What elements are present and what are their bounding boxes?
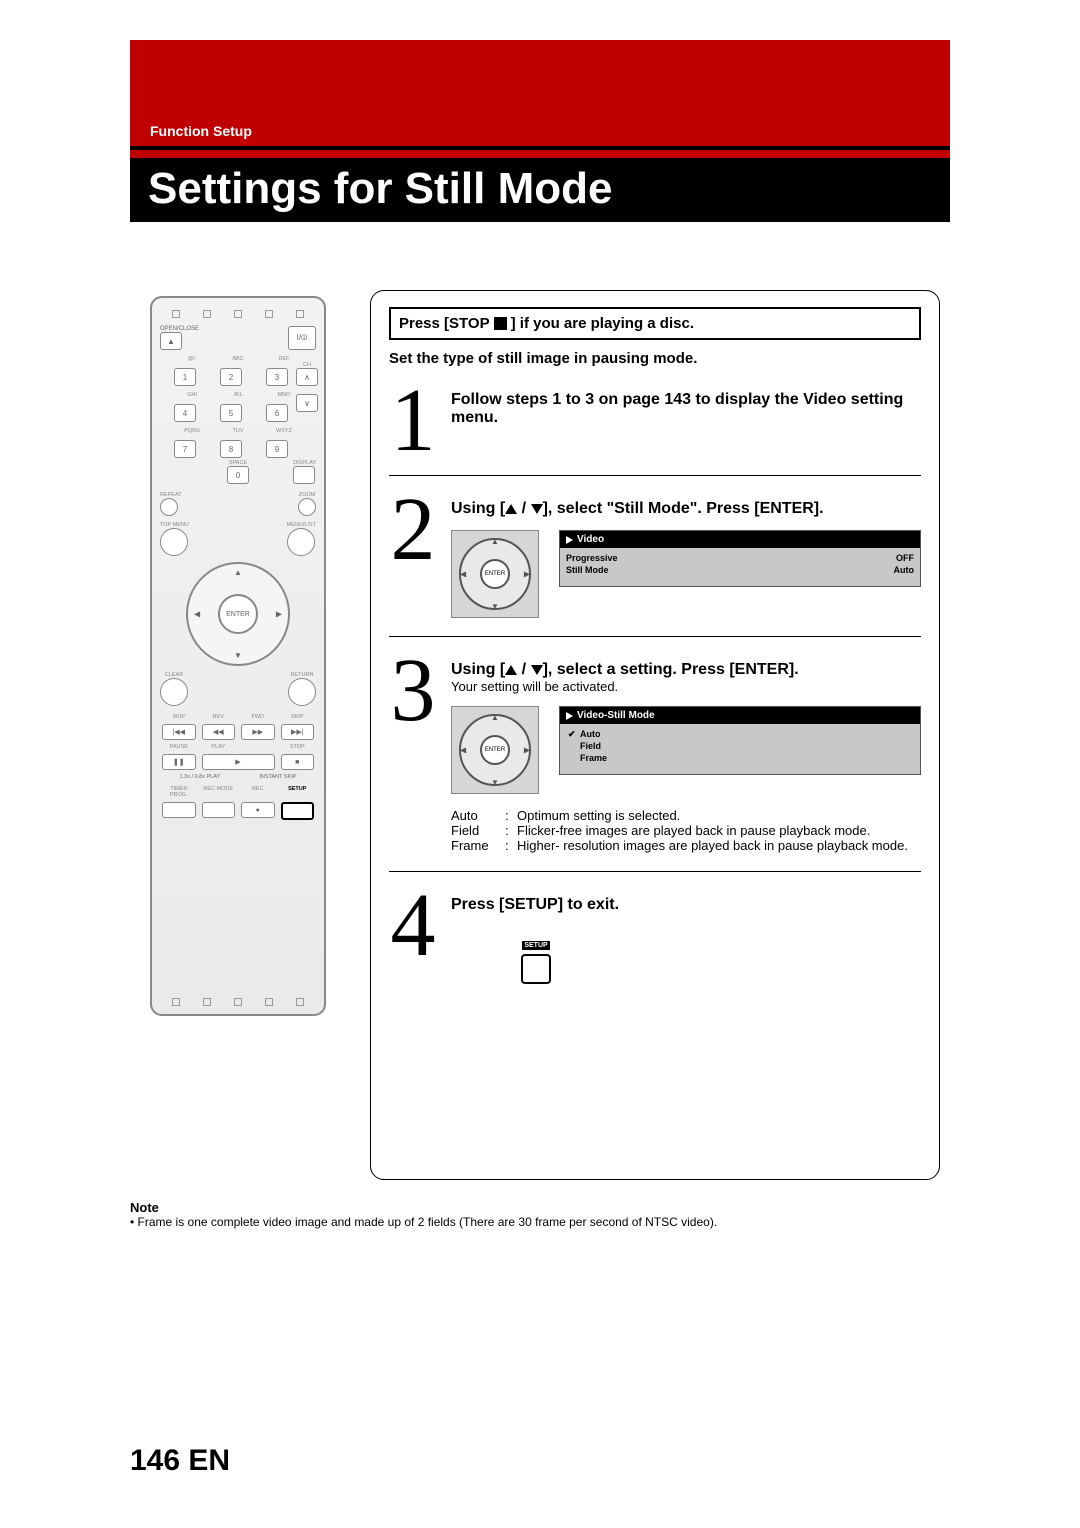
step-4: 4 Press [SETUP] to exit. SETUP	[389, 890, 921, 984]
instant-skip-label: INSTANT SKIP	[259, 774, 296, 780]
step-2-text: Using [ / ], select "Still Mode". Press …	[451, 500, 921, 518]
note-section: Note • Frame is one complete video image…	[130, 1200, 950, 1229]
step-1-number: 1	[389, 385, 437, 457]
divider	[389, 871, 921, 872]
speed-label: 1.3x / 0.8x PLAY	[180, 774, 221, 780]
stop-prefix: Press [STOP	[399, 315, 490, 332]
menu-title: Video	[577, 534, 604, 545]
ch-up-button[interactable]: ∧	[296, 368, 318, 386]
dpad-enter: ENTER	[480, 735, 510, 765]
page-lang: EN	[188, 1444, 230, 1477]
dpad[interactable]: ENTER ▲ ▼ ◀ ▶	[186, 562, 290, 666]
rec-button[interactable]: ●	[241, 802, 275, 818]
play-button[interactable]: ▶	[202, 754, 275, 770]
dpad-enter: ENTER	[480, 559, 510, 589]
setup-button-icon	[521, 954, 551, 984]
skip-back-button[interactable]: |◀◀	[162, 724, 196, 740]
clear-button[interactable]	[160, 678, 188, 706]
menu-row-1-val: Auto	[894, 565, 915, 575]
key-5[interactable]: 5	[220, 404, 242, 422]
setup-label: SETUP	[522, 941, 549, 950]
page-number: 146	[130, 1444, 180, 1477]
divider	[389, 475, 921, 476]
step-2: 2 Using [ / ], select "Still Mode". Pres…	[389, 494, 921, 618]
pause-button[interactable]: ❚❚	[162, 754, 196, 770]
down-arrow-icon	[531, 504, 543, 514]
step-2-number: 2	[389, 494, 437, 566]
zoom-button[interactable]	[298, 498, 316, 516]
step-3-number: 3	[389, 655, 437, 727]
step-4-text: Press [SETUP] to exit.	[451, 896, 921, 914]
return-button[interactable]	[288, 678, 316, 706]
timer-prog-button[interactable]	[162, 802, 196, 818]
dpad-illustration: ENTER ▲ ▼ ◀ ▶	[451, 530, 539, 618]
step-3-text: Using [ / ], select a setting. Press [EN…	[451, 661, 921, 679]
menu-row-0-val: OFF	[896, 553, 914, 563]
enter-button[interactable]: ENTER	[218, 594, 258, 634]
key-6[interactable]: 6	[266, 404, 288, 422]
still-mode-menu: Video-Still Mode ✔ Auto Field Frame	[559, 706, 921, 775]
divider	[389, 636, 921, 637]
eject-button[interactable]: ▲	[160, 332, 182, 350]
key-2[interactable]: 2	[220, 368, 242, 386]
step-4-number: 4	[389, 890, 437, 962]
header-band	[130, 40, 950, 160]
up-arrow-icon	[505, 504, 517, 514]
fwd-button[interactable]: ▶▶	[241, 724, 275, 740]
up-arrow-icon	[505, 665, 517, 675]
top-menu-button[interactable]	[160, 528, 188, 556]
down-arrow-icon	[531, 665, 543, 675]
section-label: Function Setup	[150, 123, 252, 139]
header-divider	[130, 146, 950, 150]
step-3: 3 Using [ / ], select a setting. Press […	[389, 655, 921, 853]
play-icon	[566, 536, 573, 544]
setup-button[interactable]	[281, 802, 315, 820]
menu-row-0-key: Progressive	[566, 553, 618, 563]
menu-list-button[interactable]	[287, 528, 315, 556]
skip-fwd-button[interactable]: ▶▶|	[281, 724, 315, 740]
step-3-sub: Your setting will be activated.	[451, 679, 921, 694]
video-menu: Video Progressive OFF Still Mode Auto	[559, 530, 921, 587]
note-heading: Note	[130, 1200, 950, 1215]
key-1[interactable]: 1	[174, 368, 196, 386]
intro-subline: Set the type of still image in pausing m…	[389, 350, 921, 367]
step-1: 1 Follow steps 1 to 3 on page 143 to dis…	[389, 385, 921, 457]
rev-button[interactable]: ◀◀	[202, 724, 236, 740]
option-field: Field	[580, 741, 601, 751]
menu-row-1-key: Still Mode	[566, 565, 609, 575]
play-icon	[566, 712, 573, 720]
stop-button[interactable]: ■	[281, 754, 315, 770]
key-4[interactable]: 4	[174, 404, 196, 422]
key-0[interactable]: 0	[227, 466, 249, 484]
option-definitions: Auto:Optimum setting is selected. Field:…	[451, 808, 921, 853]
step-1-text: Follow steps 1 to 3 on page 143 to displ…	[451, 391, 921, 427]
key-7[interactable]: 7	[174, 440, 196, 458]
option-frame: Frame	[580, 753, 607, 763]
setup-button-illustration: SETUP	[513, 934, 559, 984]
ch-down-button[interactable]: ∨	[296, 394, 318, 412]
power-button[interactable]: I/⏼	[288, 326, 316, 350]
check-icon: ✔	[568, 729, 576, 740]
stop-icon	[494, 317, 507, 330]
display-button[interactable]	[293, 466, 315, 484]
key-8[interactable]: 8	[220, 440, 242, 458]
remote-illustration: OPEN/CLOSE ▲ I/⏼ @/: ABC DEF 1 2 3 GHI J…	[150, 296, 326, 1016]
note-text: • Frame is one complete video image and …	[130, 1215, 950, 1229]
page-footer: 146 EN	[130, 1444, 230, 1478]
key-3[interactable]: 3	[266, 368, 288, 386]
stop-notice: Press [STOP ] if you are playing a disc.	[389, 307, 921, 340]
stop-suffix: ] if you are playing a disc.	[511, 315, 694, 332]
page-title: Settings for Still Mode	[130, 158, 950, 222]
instructions-panel: Press [STOP ] if you are playing a disc.…	[370, 290, 940, 1180]
key-9[interactable]: 9	[266, 440, 288, 458]
dpad-illustration: ENTER ▲ ▼ ◀ ▶	[451, 706, 539, 794]
rec-mode-button[interactable]	[202, 802, 236, 818]
menu-title: Video-Still Mode	[577, 710, 655, 721]
label-open-close: OPEN/CLOSE	[160, 326, 199, 332]
repeat-button[interactable]	[160, 498, 178, 516]
option-auto: Auto	[580, 729, 601, 739]
